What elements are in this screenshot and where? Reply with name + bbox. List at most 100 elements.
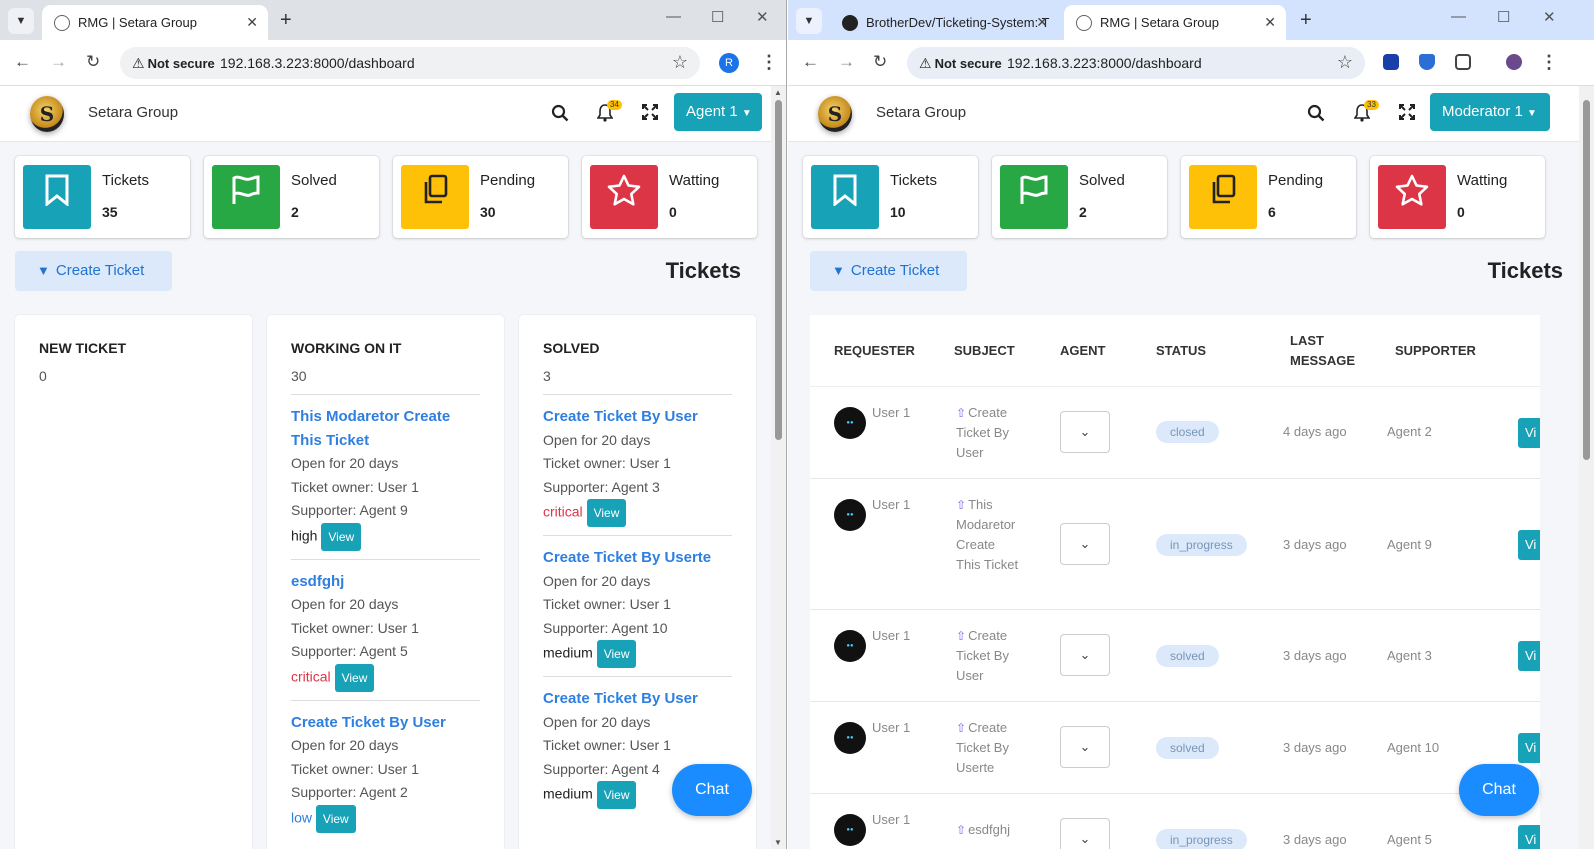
- agent-select[interactable]: ⌄: [1060, 726, 1110, 768]
- address-bar[interactable]: ⚠ Not secure 192.168.3.223:8000/dashboard…: [907, 47, 1365, 79]
- bookmark-star-icon[interactable]: ☆: [672, 52, 688, 73]
- close-window-button[interactable]: ✕: [1543, 8, 1556, 26]
- stat-card-tickets: Tickets 35: [15, 156, 190, 238]
- subject-cell: ⇧ esdfghj: [956, 820, 1028, 840]
- ticket-title-link[interactable]: Create Ticket By User: [543, 405, 732, 429]
- reload-button[interactable]: ↻: [86, 52, 100, 72]
- filter-icon: ▼: [37, 263, 50, 278]
- fullscreen-icon[interactable]: [642, 104, 658, 124]
- view-ticket-button[interactable]: View: [334, 663, 375, 692]
- not-secure-indicator[interactable]: ⚠ Not secure: [919, 55, 1002, 72]
- view-ticket-button[interactable]: View: [596, 781, 637, 809]
- create-ticket-label: Create Ticket: [850, 262, 940, 279]
- bookmark-star-icon[interactable]: ☆: [1337, 52, 1353, 73]
- view-ticket-button[interactable]: Vi: [1518, 418, 1540, 448]
- chat-button[interactable]: Chat: [1459, 764, 1539, 816]
- table-row: ●● User 1 ⇧ Create Ticket By Userte ⌄ sol…: [810, 702, 1540, 794]
- extension-icon[interactable]: [1383, 54, 1399, 70]
- maximize-button[interactable]: ☐: [711, 8, 724, 26]
- ticket-priority: high: [291, 527, 318, 544]
- ticket-title-link[interactable]: Create Ticket By User: [543, 687, 732, 711]
- ticket-card: Create Ticket By User Open for 20 days T…: [291, 701, 480, 841]
- url-text[interactable]: 192.168.3.223:8000/dashboard: [1007, 55, 1202, 71]
- close-tab-icon[interactable]: ✕: [246, 5, 258, 40]
- url-text[interactable]: 192.168.3.223:8000/dashboard: [220, 55, 415, 71]
- page-scrollbar[interactable]: ▲ ▼: [771, 86, 786, 849]
- scrollbar-thumb[interactable]: [775, 100, 782, 440]
- new-tab-button[interactable]: +: [1300, 6, 1312, 34]
- view-ticket-button[interactable]: Vi: [1518, 641, 1540, 671]
- close-tab-icon[interactable]: ✕: [1036, 5, 1048, 40]
- ticket-card: esdfghj Open for 20 days Ticket owner: U…: [291, 560, 480, 701]
- column-count: 0: [39, 368, 47, 384]
- ticket-title-link[interactable]: Create Ticket By User: [291, 711, 480, 735]
- forward-button[interactable]: →: [50, 52, 67, 72]
- tab-search-dropdown[interactable]: ▼: [8, 8, 34, 34]
- ticket-title-link[interactable]: Create Ticket By Userte: [543, 546, 732, 570]
- page-scrollbar[interactable]: [1579, 86, 1594, 849]
- tab-rmg[interactable]: RMG | Setara Group ✕: [42, 5, 268, 40]
- agent-select[interactable]: ⌄: [1060, 634, 1110, 676]
- address-bar[interactable]: ⚠ Not secure 192.168.3.223:8000/dashboard…: [120, 47, 700, 79]
- minimize-button[interactable]: —: [666, 8, 681, 25]
- tab-rmg[interactable]: RMG | Setara Group ✕: [1064, 5, 1286, 40]
- notifications-bell-icon[interactable]: 33: [1353, 100, 1379, 126]
- reload-button[interactable]: ↻: [873, 52, 887, 72]
- scroll-down-arrow[interactable]: ▼: [774, 838, 782, 847]
- create-ticket-button[interactable]: ▼ Create Ticket: [810, 251, 967, 291]
- puzzle-extensions-icon[interactable]: [1455, 54, 1471, 70]
- new-tab-button[interactable]: +: [280, 6, 292, 34]
- forward-button[interactable]: →: [838, 52, 855, 72]
- back-button[interactable]: ←: [14, 52, 31, 72]
- close-tab-icon[interactable]: ✕: [1264, 5, 1276, 40]
- view-ticket-button[interactable]: View: [321, 522, 362, 551]
- flag-icon: [212, 165, 280, 229]
- view-ticket-button[interactable]: Vi: [1518, 825, 1540, 849]
- scroll-up-arrow[interactable]: ▲: [774, 88, 782, 97]
- tab-search-dropdown[interactable]: ▼: [796, 8, 822, 34]
- browser-menu-icon[interactable]: ⋮: [1540, 52, 1558, 72]
- profile-avatar[interactable]: [1506, 54, 1522, 70]
- view-ticket-button[interactable]: View: [315, 804, 356, 833]
- close-window-button[interactable]: ✕: [756, 8, 769, 26]
- stat-value: 6: [1268, 204, 1276, 220]
- shield-extension-icon[interactable]: [1419, 54, 1435, 70]
- create-ticket-button[interactable]: ▼ Create Ticket: [15, 251, 172, 291]
- profile-avatar[interactable]: R: [719, 53, 739, 73]
- not-secure-indicator[interactable]: ⚠ Not secure: [132, 55, 215, 72]
- agent-select[interactable]: ⌄: [1060, 818, 1110, 849]
- view-ticket-button[interactable]: View: [596, 640, 637, 668]
- tab-github[interactable]: BrotherDev/Ticketing-System: T ✕: [830, 5, 1058, 40]
- user-menu-button[interactable]: Agent 1 ▼: [674, 93, 762, 131]
- requester-name: User 1: [872, 497, 911, 512]
- search-icon[interactable]: [551, 104, 569, 126]
- fullscreen-icon[interactable]: [1399, 104, 1415, 124]
- minimize-button[interactable]: —: [1451, 8, 1466, 25]
- status-badge: solved: [1156, 737, 1219, 759]
- view-ticket-button[interactable]: View: [586, 499, 627, 527]
- scrollbar-thumb[interactable]: [1583, 100, 1590, 460]
- stat-value: 0: [1457, 204, 1465, 220]
- search-icon[interactable]: [1307, 104, 1325, 126]
- notifications-bell-icon[interactable]: 34: [596, 100, 622, 126]
- ticket-title-link[interactable]: esdfghj: [291, 570, 480, 594]
- status-badge: in_progress: [1156, 829, 1247, 849]
- not-secure-label: Not secure: [147, 56, 215, 71]
- ticket-title-link[interactable]: This Modaretor Create This Ticket: [291, 405, 480, 452]
- chat-button[interactable]: Chat: [672, 764, 752, 816]
- ticket-supporter: Supporter: Agent 3: [543, 478, 660, 495]
- user-menu-button[interactable]: Moderator 1 ▼: [1430, 93, 1550, 131]
- supporter-name: Agent 9: [1387, 537, 1432, 552]
- stat-card-solved: Solved 2: [204, 156, 379, 238]
- browser-menu-icon[interactable]: ⋮: [760, 52, 778, 72]
- stat-value: 2: [1079, 204, 1087, 220]
- ticket-priority: medium: [543, 785, 593, 802]
- top-badge-icon: ⇧: [956, 721, 967, 735]
- view-ticket-button[interactable]: Vi: [1518, 530, 1540, 560]
- agent-select[interactable]: ⌄: [1060, 523, 1110, 565]
- view-ticket-button[interactable]: Vi: [1518, 733, 1540, 763]
- agent-select[interactable]: ⌄: [1060, 411, 1110, 453]
- maximize-button[interactable]: ☐: [1497, 8, 1510, 26]
- create-ticket-label: Create Ticket: [55, 262, 145, 279]
- back-button[interactable]: ←: [802, 52, 819, 72]
